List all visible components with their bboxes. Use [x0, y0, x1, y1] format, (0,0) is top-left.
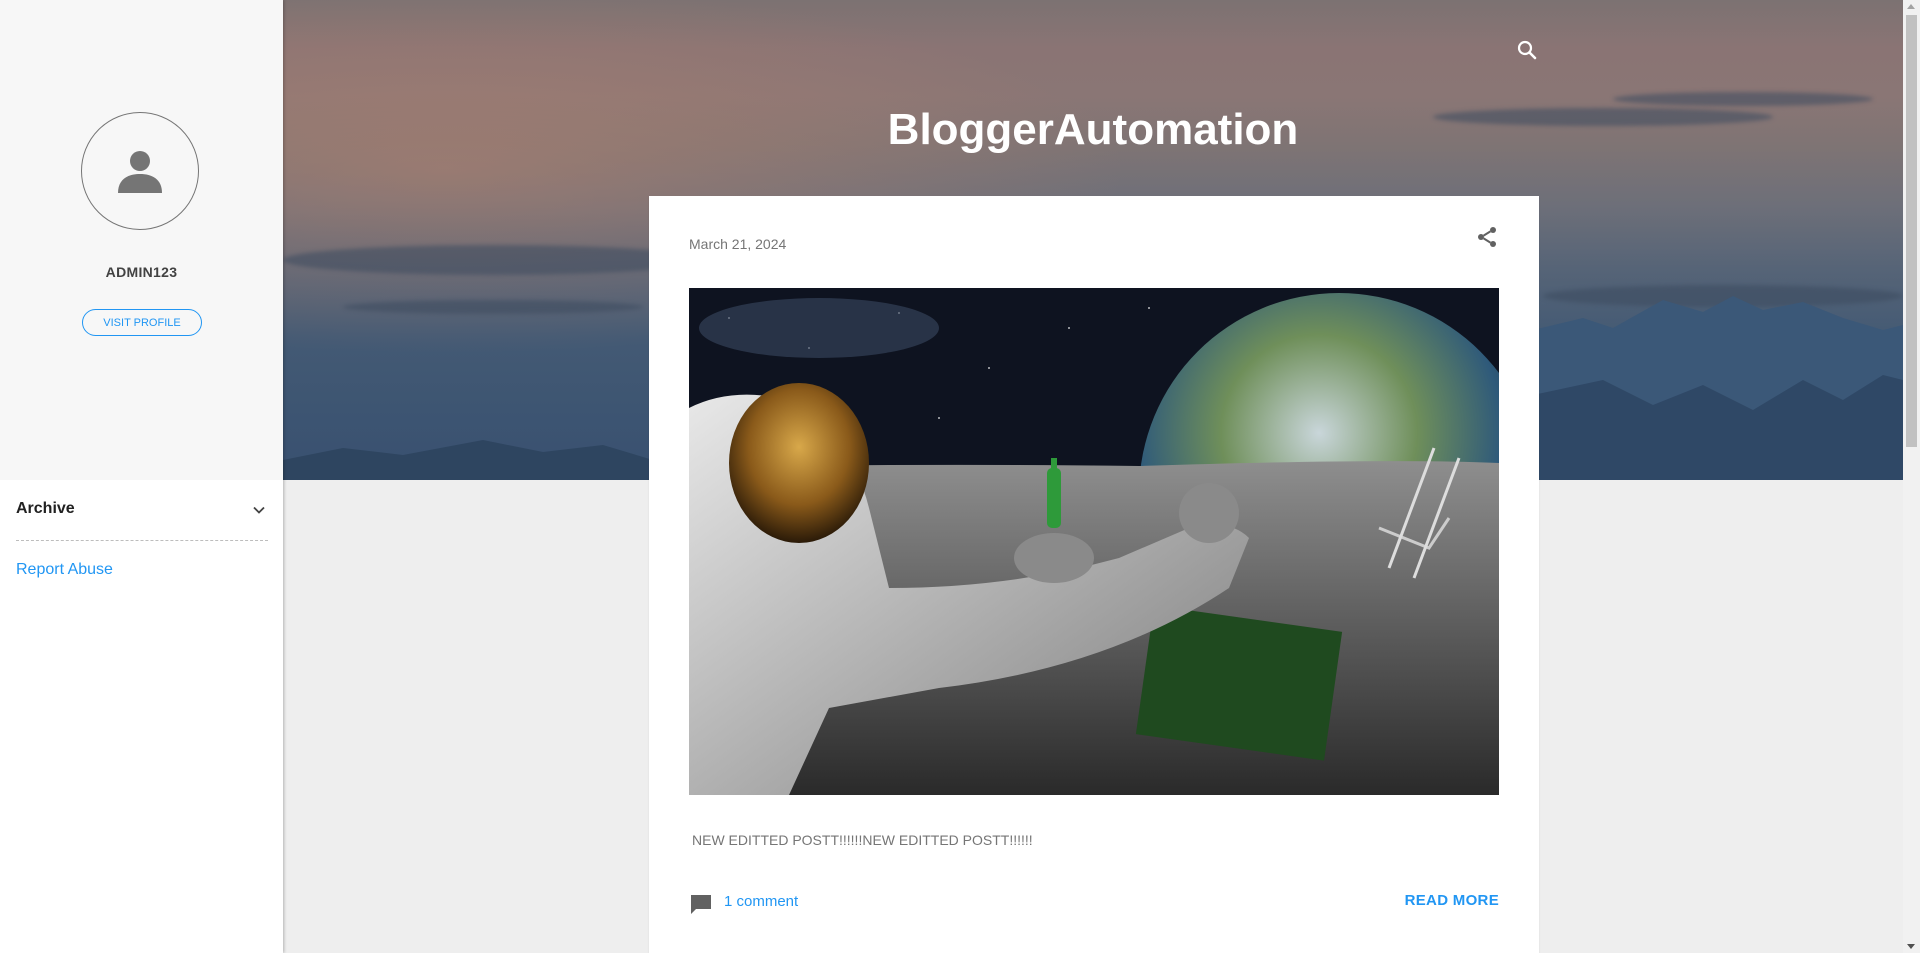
person-icon	[118, 151, 162, 193]
comment-icon[interactable]	[689, 892, 713, 916]
sidebar: ADMIN123 VISIT PROFILE Archive Report Ab…	[0, 0, 283, 953]
post-date[interactable]: March 21, 2024	[689, 236, 786, 252]
comment-link[interactable]: 1 comment	[724, 893, 798, 910]
scroll-up-arrow-icon[interactable]	[1907, 4, 1915, 9]
archive-widget[interactable]: Archive	[16, 493, 268, 541]
blog-title[interactable]: BloggerAutomation	[283, 105, 1903, 155]
read-more-link[interactable]: READ MORE	[1405, 892, 1499, 909]
profile-name: ADMIN123	[105, 264, 178, 280]
chevron-down-icon[interactable]	[250, 501, 268, 519]
report-abuse-link[interactable]: Report Abuse	[16, 561, 113, 579]
avatar[interactable]	[81, 112, 199, 230]
post-snippet: NEW EDITTED POSTT!!!!!!NEW EDITTED POSTT…	[692, 832, 1033, 848]
visit-profile-button[interactable]: VISIT PROFILE	[82, 309, 202, 336]
post-card: March 21, 2024 NEW EDITTED POSTT!!!!!!NE…	[649, 196, 1539, 953]
post-image[interactable]	[689, 288, 1499, 795]
search-icon[interactable]	[1515, 38, 1539, 62]
share-icon[interactable]	[1475, 225, 1499, 249]
scrollbar-thumb[interactable]	[1906, 15, 1917, 447]
scroll-down-arrow-icon[interactable]	[1907, 944, 1915, 949]
archive-label: Archive	[16, 500, 75, 517]
scrollbar[interactable]	[1903, 0, 1920, 953]
profile-section: ADMIN123 VISIT PROFILE	[0, 0, 283, 480]
